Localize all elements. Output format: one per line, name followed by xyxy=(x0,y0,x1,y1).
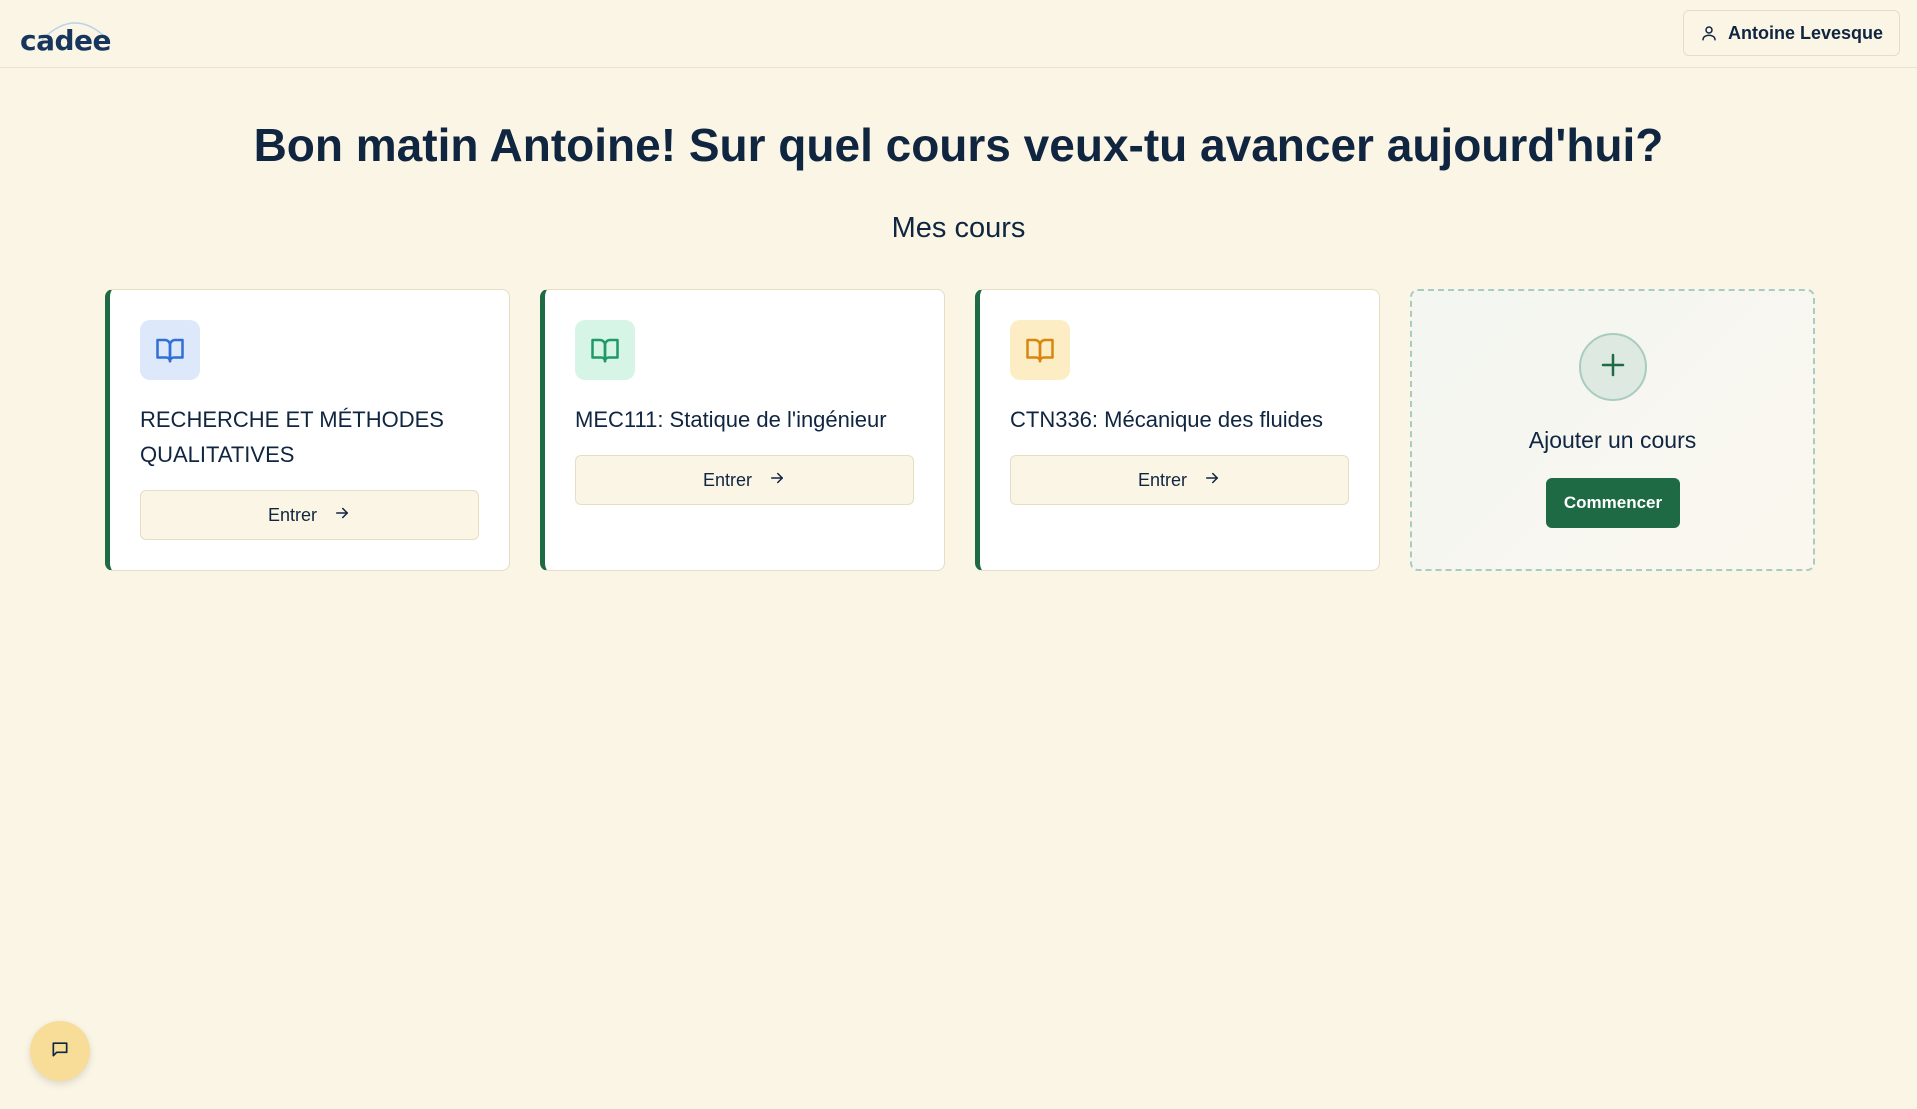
enter-button-label: Entrer xyxy=(267,504,318,525)
enter-course-button[interactable]: Entrer xyxy=(575,455,914,505)
section-title-my-courses: Mes cours xyxy=(891,212,1026,244)
plus-icon xyxy=(1598,350,1628,385)
add-course-label: Ajouter un cours xyxy=(1528,427,1697,453)
course-title: MEC111: Statique de l'ingénieur xyxy=(575,407,887,432)
course-card-ctn336: CTN336: Mécanique des fluides Entrer xyxy=(975,289,1380,571)
course-cards: RECHERCHE ET MÉTHODES QUALITATIVES Entre… xyxy=(105,289,1815,571)
book-icon xyxy=(575,320,635,380)
page-greeting: Bon matin Antoine! Sur quel cours veux-t… xyxy=(253,119,1664,171)
logo-text: cadee xyxy=(20,24,112,57)
chat-bubble-icon xyxy=(50,1039,70,1064)
user-icon xyxy=(1700,24,1718,42)
book-icon xyxy=(140,320,200,380)
top-header: cadee Antoine Levesque xyxy=(0,0,1917,68)
enter-course-button[interactable]: Entrer xyxy=(1010,455,1349,505)
enter-button-label: Entrer xyxy=(702,469,753,490)
app-logo[interactable]: cadee xyxy=(20,14,112,60)
chat-button[interactable] xyxy=(30,1021,90,1081)
enter-course-button[interactable]: Entrer xyxy=(140,490,479,540)
start-button[interactable]: Commencer xyxy=(1546,478,1680,528)
arrow-right-icon xyxy=(333,504,351,527)
course-card-mec111: MEC111: Statique de l'ingénieur Entrer xyxy=(540,289,945,571)
user-name: Antoine Levesque xyxy=(1727,22,1883,43)
book-icon xyxy=(1010,320,1070,380)
enter-button-label: Entrer xyxy=(1137,469,1188,490)
arrow-right-icon xyxy=(768,469,786,492)
arrow-right-icon xyxy=(1203,469,1221,492)
add-course-card[interactable]: Ajouter un cours Commencer xyxy=(1410,289,1815,571)
course-title: CTN336: Mécanique des fluides xyxy=(1010,407,1324,432)
course-title: RECHERCHE ET MÉTHODES QUALITATIVES xyxy=(140,407,444,467)
course-card-recherche: RECHERCHE ET MÉTHODES QUALITATIVES Entre… xyxy=(105,289,510,571)
user-menu-button[interactable]: Antoine Levesque xyxy=(1682,10,1900,56)
add-course-circle-button[interactable] xyxy=(1579,333,1647,401)
